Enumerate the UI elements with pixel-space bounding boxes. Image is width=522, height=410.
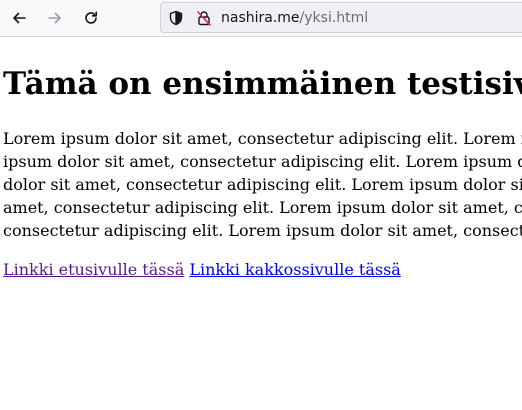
paragraph-line: ipsum dolor sit amet, consectetur adipis…: [3, 152, 522, 171]
second-page-link[interactable]: Linkki kakkossivulle tässä: [189, 260, 401, 279]
url-bar[interactable]: nashira.me/yksi.html: [160, 2, 522, 33]
url-host: nashira.me: [221, 9, 300, 26]
reload-icon: [85, 11, 97, 24]
arrow-right-icon: [48, 12, 61, 24]
insecure-lock-icon[interactable]: [196, 10, 212, 26]
back-button[interactable]: [6, 5, 32, 31]
reload-button[interactable]: [78, 5, 104, 31]
link-row: Linkki etusivulle tässä Linkki kakkossiv…: [3, 258, 401, 281]
url-text[interactable]: nashira.me/yksi.html: [221, 10, 368, 26]
page-content: Tämä on ensimmäinen testisivu Lorem ipsu…: [0, 37, 522, 410]
paragraph-line: consectetur adipiscing elit. Lorem ipsum…: [3, 221, 522, 240]
paragraph-line: amet, consectetur adipiscing elit. Lorem…: [3, 198, 522, 217]
arrow-left-icon: [13, 12, 26, 24]
forward-button[interactable]: [42, 5, 68, 31]
home-page-link[interactable]: Linkki etusivulle tässä: [3, 260, 184, 279]
paragraph-line: Lorem ipsum dolor sit amet, consectetur …: [3, 129, 522, 148]
page-heading: Tämä on ensimmäinen testisivu: [3, 66, 522, 102]
url-path: /yksi.html: [299, 9, 369, 26]
paragraph-line: dolor sit amet, consectetur adipiscing e…: [3, 175, 522, 194]
browser-toolbar: nashira.me/yksi.html: [0, 0, 522, 37]
lorem-paragraph: Lorem ipsum dolor sit amet, consectetur …: [3, 127, 522, 242]
shield-icon[interactable]: [168, 10, 184, 26]
